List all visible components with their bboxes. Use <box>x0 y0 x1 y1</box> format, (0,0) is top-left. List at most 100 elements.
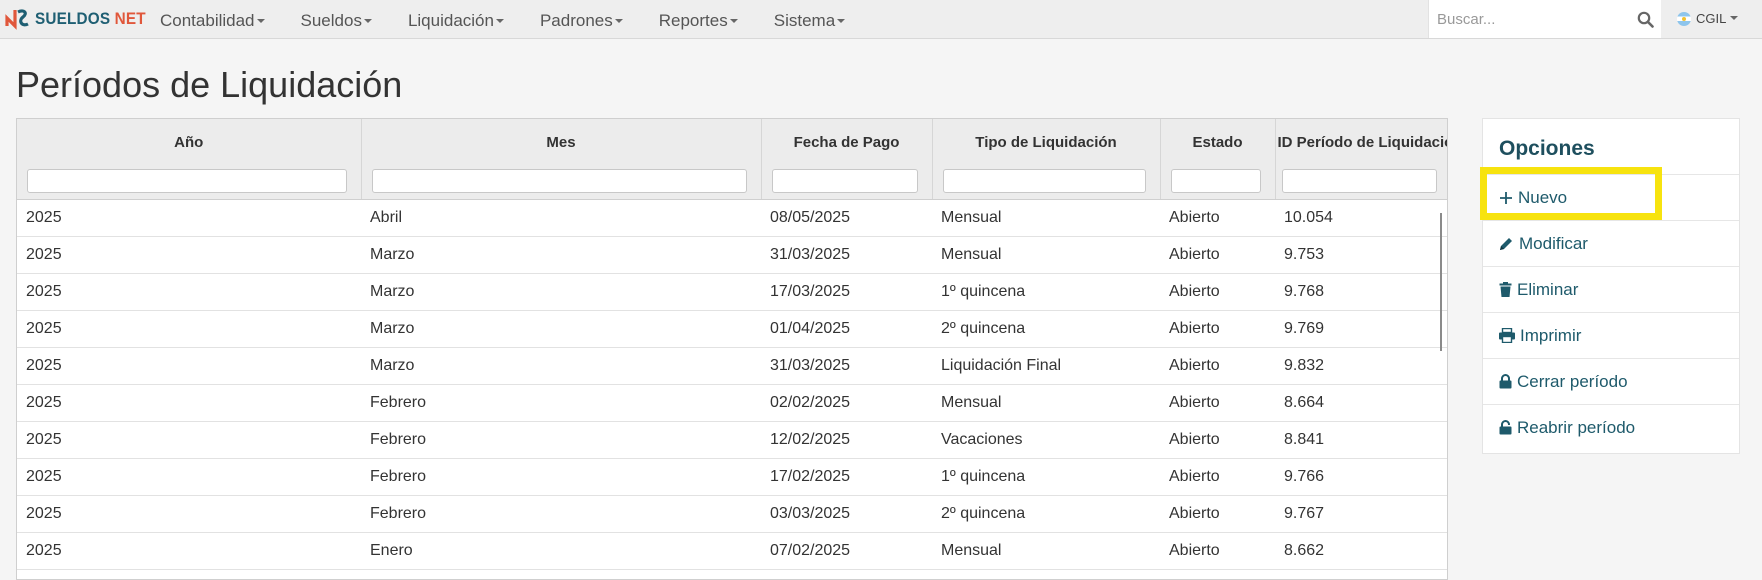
periods-grid: Año Mes Fecha de Pago Tipo de Liquidació… <box>16 118 1448 580</box>
print-icon <box>1499 328 1515 343</box>
option-label: Imprimir <box>1520 325 1582 345</box>
table-cell: Mensual <box>932 384 1160 422</box>
col-header-estado[interactable]: Estado <box>1160 119 1276 200</box>
search-icon[interactable] <box>1637 11 1654 28</box>
menu-label: Contabilidad <box>160 11 255 30</box>
caret-down-icon <box>729 18 738 23</box>
col-header-label: ID Período de Liquidación <box>1277 134 1447 151</box>
table-cell: Abierto <box>1160 532 1275 570</box>
table-cell: 17/02/2025 <box>761 458 932 496</box>
vertical-scrollbar[interactable] <box>1440 213 1442 351</box>
table-cell: 12/02/2025 <box>761 421 932 459</box>
nuevo-button[interactable]: Nuevo <box>1483 175 1739 221</box>
table-cell: 31/03/2025 <box>761 347 932 385</box>
table-body: 2025 Abril 08/05/2025 Mensual Abierto 10.054 2… <box>17 199 1447 570</box>
modificar-button[interactable]: Modificar <box>1483 221 1739 267</box>
table-cell: 8.664 <box>1275 384 1447 422</box>
table-cell: 2º quincena <box>932 495 1160 533</box>
filter-mes-input[interactable] <box>371 169 747 193</box>
table-cell: Abierto <box>1160 199 1275 237</box>
option-label: Nuevo <box>1518 187 1568 207</box>
table-cell: Mensual <box>932 199 1160 237</box>
options-panel: Opciones Nuevo Modificar Eliminar Imprim… <box>1482 118 1740 454</box>
reabrir-periodo-button[interactable]: Reabrir período <box>1483 405 1739 450</box>
col-header-fecha-pago[interactable]: Fecha de Pago <box>761 119 933 200</box>
periods-table: Año Mes Fecha de Pago Tipo de Liquidació… <box>17 119 1447 570</box>
table-cell: 08/05/2025 <box>761 199 932 237</box>
table-cell: 17/03/2025 <box>761 273 932 311</box>
table-row[interactable]: 2025 Abril 08/05/2025 Mensual Abierto 10.054 <box>17 199 1447 237</box>
table-cell: 2025 <box>17 236 361 274</box>
table-cell: 10.054 <box>1275 199 1447 237</box>
table-cell: 8.662 <box>1275 532 1447 570</box>
table-row[interactable]: 2025 Febrero 02/02/2025 Mensual Abierto 8.664 <box>17 384 1447 422</box>
imprimir-button[interactable]: Imprimir <box>1483 313 1739 359</box>
table-row[interactable]: 2025 Marzo 31/03/2025 Liquidación Final Abie… <box>17 347 1447 385</box>
table-cell: Marzo <box>361 347 761 385</box>
table-cell: Febrero <box>361 421 761 459</box>
filter-anio-input[interactable] <box>27 169 347 193</box>
option-label: Eliminar <box>1517 279 1579 299</box>
table-cell: 2025 <box>17 495 361 533</box>
logo-icon <box>5 9 29 30</box>
cerrar-periodo-button[interactable]: Cerrar período <box>1483 359 1739 405</box>
page-title: Períodos de Liquidación <box>16 64 403 105</box>
table-cell: 07/02/2025 <box>761 532 932 570</box>
col-header-id[interactable]: ID Período de Liquidación <box>1275 119 1447 200</box>
eliminar-button[interactable]: Eliminar <box>1483 267 1739 313</box>
filter-fecha-pago-input[interactable] <box>771 169 918 193</box>
menu-sistema[interactable]: Sistema <box>756 0 863 38</box>
menu-padrones[interactable]: Padrones <box>522 0 641 38</box>
brand-logo[interactable]: SUELDOS NET <box>4 6 158 32</box>
menu-label: Liquidación <box>407 11 494 30</box>
menu-label: Padrones <box>539 11 613 30</box>
search-input[interactable] <box>1429 0 1629 38</box>
table-row[interactable]: 2025 Marzo 31/03/2025 Mensual Abierto 9.753 <box>17 236 1447 274</box>
table-cell: 03/03/2025 <box>761 495 932 533</box>
menu-contabilidad[interactable]: Contabilidad <box>142 0 283 38</box>
table-cell: Marzo <box>361 310 761 348</box>
main-menu: Contabilidad Sueldos Liquidación Padrone… <box>142 0 863 38</box>
plus-icon <box>1500 191 1512 204</box>
table-cell: 02/02/2025 <box>761 384 932 422</box>
table-cell: 2025 <box>17 421 361 459</box>
top-navbar: SUELDOS NET Contabilidad Sueldos Liquida… <box>0 0 1762 39</box>
caret-down-icon <box>1730 15 1739 20</box>
caret-down-icon <box>256 18 265 23</box>
table-cell: 9.766 <box>1275 458 1447 496</box>
filter-tipo-input[interactable] <box>942 169 1146 193</box>
table-cell: 2025 <box>17 273 361 311</box>
col-header-tipo[interactable]: Tipo de Liquidación <box>932 119 1161 200</box>
brand-name-part1: SUELDOS <box>35 9 115 28</box>
col-header-anio[interactable]: Año <box>17 119 362 200</box>
table-row[interactable]: 2025 Marzo 17/03/2025 1º quincena Abierto 9.7… <box>17 273 1447 311</box>
table-cell: 2025 <box>17 532 361 570</box>
user-label: CGIL <box>1696 11 1727 26</box>
table-row[interactable]: 2025 Febrero 12/02/2025 Vacaciones Abierto 8.… <box>17 421 1447 459</box>
col-header-label: Año <box>174 134 204 151</box>
table-cell: Mensual <box>932 236 1160 274</box>
table-row[interactable]: 2025 Enero 07/02/2025 Mensual Abierto 8.662 <box>17 532 1447 570</box>
table-row[interactable]: 2025 Marzo 01/04/2025 2º quincena Abierto 9.7… <box>17 310 1447 348</box>
option-label: Reabrir período <box>1517 417 1636 437</box>
table-cell: 1º quincena <box>932 273 1160 311</box>
menu-liquidacion[interactable]: Liquidación <box>390 0 522 38</box>
table-cell: 9.769 <box>1275 310 1447 348</box>
table-row[interactable]: 2025 Febrero 03/03/2025 2º quincena Abierto 9… <box>17 495 1447 533</box>
filter-id-input[interactable] <box>1281 169 1437 193</box>
menu-reportes[interactable]: Reportes <box>641 0 756 38</box>
table-cell: Vacaciones <box>932 421 1160 459</box>
table-cell: 8.841 <box>1275 421 1447 459</box>
brand-name: SUELDOS NET <box>35 9 146 29</box>
table-row[interactable]: 2025 Febrero 17/02/2025 1º quincena Abierto 9… <box>17 458 1447 496</box>
table-cell: 9.767 <box>1275 495 1447 533</box>
table-cell: 2025 <box>17 384 361 422</box>
user-menu[interactable]: CGIL <box>1677 11 1739 26</box>
caret-down-icon <box>363 18 372 23</box>
col-header-mes[interactable]: Mes <box>361 119 762 200</box>
filter-estado-input[interactable] <box>1170 169 1261 193</box>
table-cell: 9.832 <box>1275 347 1447 385</box>
options-title: Opciones <box>1483 119 1739 175</box>
unlock-icon <box>1499 420 1512 435</box>
menu-sueldos[interactable]: Sueldos <box>283 0 390 38</box>
